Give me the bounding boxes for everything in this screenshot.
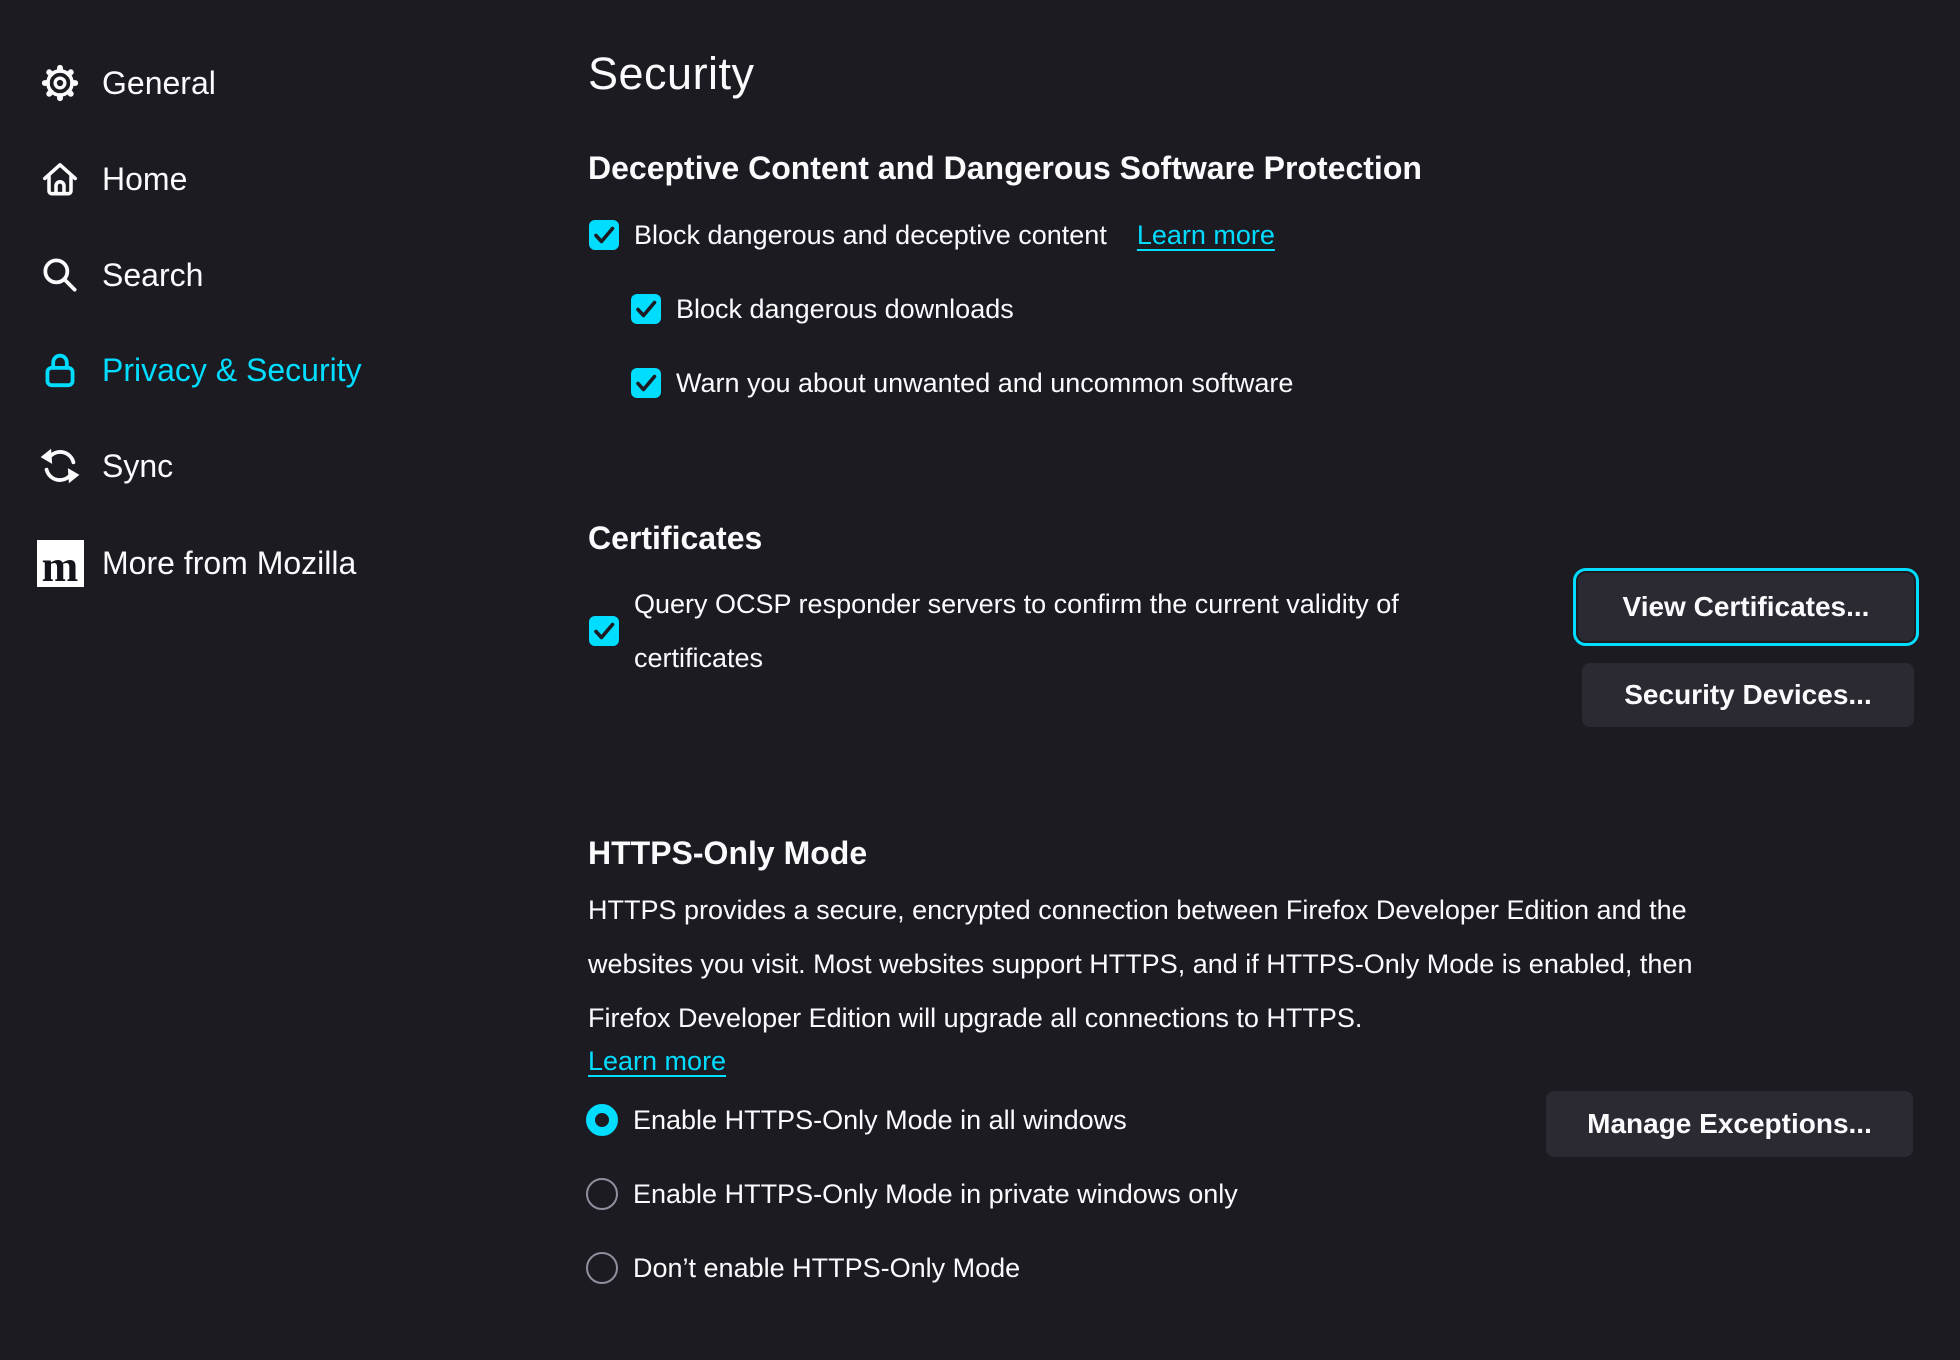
checkbox-row-block-dangerous-content: Block dangerous and deceptive content Le… xyxy=(588,219,1275,251)
learn-more-link-deceptive[interactable]: Learn more xyxy=(1137,220,1275,251)
checkbox-row-block-dangerous-downloads: Block dangerous downloads xyxy=(630,293,1014,325)
radio-row-https-dont-enable: Don’t enable HTTPS-Only Mode xyxy=(586,1252,1020,1284)
sidebar-item-label: Privacy & Security xyxy=(102,352,362,389)
security-devices-button[interactable]: Security Devices... xyxy=(1582,663,1914,727)
sidebar-item-home[interactable]: Home xyxy=(36,153,187,205)
checkbox-label: Block dangerous downloads xyxy=(676,294,1014,325)
learn-more-link-https-only[interactable]: Learn more xyxy=(588,1046,726,1077)
manage-exceptions-button[interactable]: Manage Exceptions... xyxy=(1546,1091,1913,1157)
section-heading-deceptive-content: Deceptive Content and Dangerous Software… xyxy=(588,150,1422,187)
section-heading-https-only-mode: HTTPS-Only Mode xyxy=(588,835,867,872)
checkbox-row-ocsp: Query OCSP responder servers to confirm … xyxy=(588,577,1399,685)
checkbox-label: Query OCSP responder servers to confirm … xyxy=(634,577,1399,685)
sidebar-item-privacy-security[interactable]: Privacy & Security xyxy=(36,344,362,396)
radio-label: Enable HTTPS-Only Mode in private window… xyxy=(633,1179,1238,1210)
radio-row-https-all-windows: Enable HTTPS-Only Mode in all windows xyxy=(586,1104,1127,1136)
mozilla-logo: m xyxy=(36,539,84,587)
gear-icon xyxy=(36,59,84,107)
ocsp-checkbox[interactable] xyxy=(588,615,620,647)
radio-row-https-private-windows: Enable HTTPS-Only Mode in private window… xyxy=(586,1178,1238,1210)
sidebar-item-label: General xyxy=(102,65,216,102)
view-certificates-button[interactable]: View Certificates... xyxy=(1578,573,1914,641)
sidebar-item-more-from-mozilla[interactable]: m More from Mozilla xyxy=(36,537,356,589)
sidebar-item-sync[interactable]: Sync xyxy=(36,440,173,492)
warn-unwanted-software-checkbox[interactable] xyxy=(630,367,662,399)
https-dont-enable-radio[interactable] xyxy=(586,1252,618,1284)
radio-label: Don’t enable HTTPS-Only Mode xyxy=(633,1253,1020,1284)
sidebar-item-label: Search xyxy=(102,257,203,294)
https-all-windows-radio[interactable] xyxy=(586,1104,618,1136)
sidebar-item-label: Home xyxy=(102,161,187,198)
sidebar-item-search[interactable]: Search xyxy=(36,249,203,301)
sidebar-item-label: Sync xyxy=(102,448,173,485)
search-icon xyxy=(36,251,84,299)
checkbox-row-warn-unwanted-software: Warn you about unwanted and uncommon sof… xyxy=(630,367,1293,399)
lock-icon xyxy=(36,346,84,394)
sidebar-item-general[interactable]: General xyxy=(36,57,216,109)
page-title: Security xyxy=(588,48,755,100)
radio-label: Enable HTTPS-Only Mode in all windows xyxy=(633,1105,1127,1136)
home-icon xyxy=(36,155,84,203)
sidebar-item-label: More from Mozilla xyxy=(102,545,356,582)
checkbox-label: Block dangerous and deceptive content xyxy=(634,220,1107,251)
block-dangerous-downloads-checkbox[interactable] xyxy=(630,293,662,325)
sync-icon xyxy=(36,442,84,490)
https-only-description: HTTPS provides a secure, encrypted conne… xyxy=(588,883,1692,1045)
https-private-windows-radio[interactable] xyxy=(586,1178,618,1210)
checkbox-label: Warn you about unwanted and uncommon sof… xyxy=(676,368,1293,399)
section-heading-certificates: Certificates xyxy=(588,520,762,557)
block-dangerous-content-checkbox[interactable] xyxy=(588,219,620,251)
